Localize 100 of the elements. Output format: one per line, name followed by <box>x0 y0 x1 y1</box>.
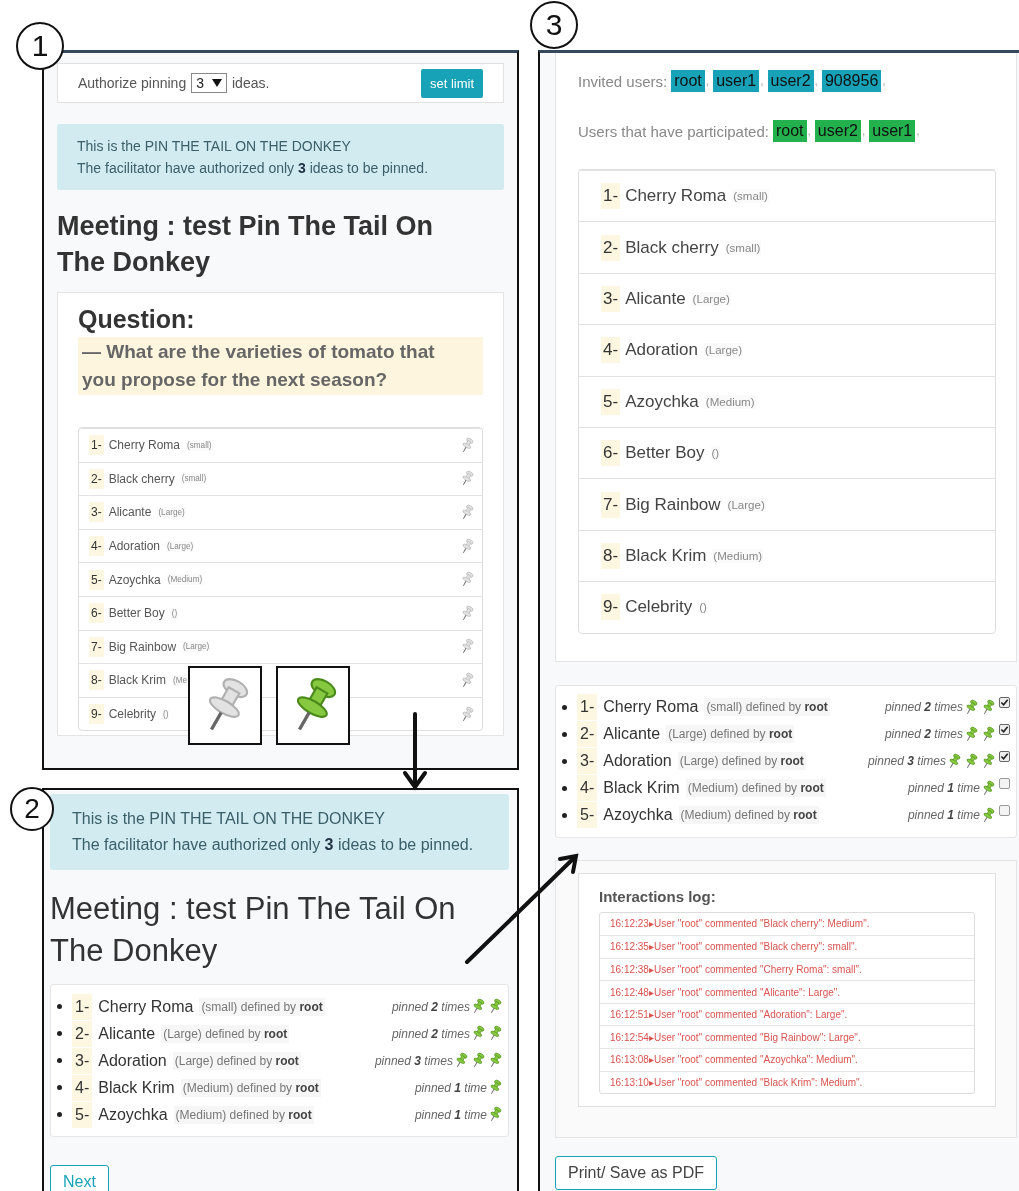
pin-count: pinned 2 times <box>391 1026 470 1041</box>
pushpin-icon[interactable] <box>460 571 474 589</box>
user-tag: root <box>772 120 807 142</box>
idea-name: Azoychka <box>625 391 699 412</box>
checkbox[interactable] <box>999 723 1010 735</box>
alert-text: This is the PIN THE TAIL ON THE DONKEY <box>72 809 386 829</box>
idea-detail: (Medium) <box>166 574 204 586</box>
bullet-icon <box>562 785 567 791</box>
pushpin-icon <box>964 698 978 716</box>
idea-number: 8- <box>601 542 621 569</box>
pin-count: pinned 2 times <box>884 700 963 714</box>
log-entry: 16:13:10▸User "root" commented "Black Krim": Medium". <box>600 1070 974 1094</box>
idea-name: Alicante <box>108 505 152 520</box>
print-button[interactable]: Print/ Save as PDF <box>555 1156 718 1191</box>
user-tag: user2 <box>814 120 861 142</box>
idea-detail: (small) <box>732 189 769 204</box>
pin-count: pinned 1 time <box>907 808 980 822</box>
log-entry: 16:12:23▸User "root" commented "Black cherry": Medium". <box>609 917 871 932</box>
idea-number: 7- <box>601 491 621 518</box>
idea-number: 4- <box>577 775 598 801</box>
pushpin-icon[interactable] <box>460 638 474 656</box>
pushpin-icon[interactable] <box>460 705 474 723</box>
idea-name: Adoration <box>108 539 161 554</box>
log-entry: 16:12:51▸User "root" commented "Adoration": Large". <box>600 1002 974 1026</box>
alert-text: This is the PIN THE TAIL ON THE DONKEY <box>77 137 352 156</box>
pushpin-icon <box>981 806 995 824</box>
idea-detail: (small) <box>724 240 762 255</box>
select-field[interactable]: 3 <box>191 73 227 93</box>
pushpin-icon <box>471 1052 485 1069</box>
idea-detail: (Medium) defined by root <box>678 806 819 824</box>
idea-name: Big Rainbow <box>625 494 721 515</box>
idea-name: Better Boy <box>625 443 705 464</box>
pushpin-icon[interactable] <box>460 671 474 689</box>
idea-number: 6- <box>89 603 104 624</box>
idea-number: 9- <box>601 594 621 621</box>
checkbox[interactable] <box>999 777 1010 789</box>
field-label: Invited users: <box>578 72 668 90</box>
idea-number: 1- <box>89 435 104 456</box>
idea-detail: (Medium) <box>712 548 764 563</box>
pushpin-icon[interactable] <box>460 504 474 521</box>
checkbox[interactable] <box>999 804 1010 816</box>
idea-detail: (Me <box>172 674 189 686</box>
pin-count: pinned 3 times <box>867 754 946 768</box>
pushpin-icon[interactable] <box>460 537 474 555</box>
idea-name: Azoychka <box>108 572 161 587</box>
idea-detail: () <box>698 600 708 615</box>
idea-number: 1- <box>72 993 93 1020</box>
log-entry: 16:12:38▸User "root" commented "Cherry Roma": small". <box>600 957 974 981</box>
idea-detail: (Medium) <box>704 394 756 409</box>
caret-icon <box>212 79 222 87</box>
idea-detail: (Large) <box>182 641 211 653</box>
user-tag: user1 <box>869 120 916 142</box>
idea-name: Cherry Roma <box>108 438 181 453</box>
alert-text: The facilitator have authorized only 3 ideas to be pinned. <box>77 159 430 178</box>
separator: , <box>916 124 920 138</box>
pin-count: pinned 2 times <box>884 727 963 741</box>
checkbox[interactable] <box>999 696 1010 708</box>
idea-detail: (Large) <box>157 507 186 518</box>
idea-number: 4- <box>72 1074 93 1101</box>
idea-detail: (Large) defined by root <box>161 1024 290 1043</box>
pushpin-icon <box>981 725 995 743</box>
pushpin-icon[interactable] <box>460 436 474 454</box>
user-tag: user1 <box>713 70 760 92</box>
pushpin-icon <box>964 725 978 743</box>
meeting-title: Meeting : test Pin The Tail On The Donkey <box>57 210 435 279</box>
separator: , <box>814 74 818 88</box>
pushpin-icon[interactable] <box>460 604 474 622</box>
field-label: ideas. <box>232 75 270 91</box>
pin-count: pinned 1 time <box>907 781 980 795</box>
idea-detail: (Medium) defined by root <box>685 779 826 797</box>
pushpin-icon <box>488 1106 502 1123</box>
bullet-icon <box>57 1058 62 1063</box>
bullet-icon <box>57 1004 62 1009</box>
idea-detail: (Large) <box>726 497 766 512</box>
log-entry: 16:13:08▸User "root" commented "Azoychka": Medium". <box>600 1048 974 1071</box>
pushpin-icon <box>981 779 995 797</box>
pushpin-icon[interactable] <box>460 470 474 488</box>
idea-detail: (Medium) defined by root <box>180 1078 321 1097</box>
idea-detail: () <box>170 607 179 619</box>
idea-name: Black Krim <box>625 545 707 566</box>
separator: , <box>882 74 886 88</box>
idea-name: Adoration <box>625 340 698 361</box>
pin-count: pinned 2 times <box>391 999 470 1014</box>
checkbox[interactable] <box>999 750 1010 762</box>
idea-name: Adoration <box>603 752 672 770</box>
question-heading: Question: <box>78 304 196 335</box>
idea-name: Alicante <box>625 288 686 309</box>
bullet-icon <box>57 1112 62 1117</box>
user-tag: root <box>671 70 705 92</box>
log-entry: 16:12:54▸User "root" commented "Big Rainbow": Large". <box>600 1025 974 1049</box>
idea-detail: (Large) <box>691 291 731 306</box>
idea-number: 2- <box>89 468 104 489</box>
idea-number: 9- <box>89 704 104 725</box>
idea-name: Celebrity <box>108 707 157 722</box>
idea-name: Black Krim <box>98 1078 175 1097</box>
alert-text: The facilitator have authorized only 3 ideas to be pinned. <box>72 835 475 855</box>
pushpin-icon <box>454 1052 468 1069</box>
idea-number: 5- <box>72 1101 93 1128</box>
idea-detail: () <box>162 708 170 720</box>
idea-number: 4- <box>89 536 104 557</box>
